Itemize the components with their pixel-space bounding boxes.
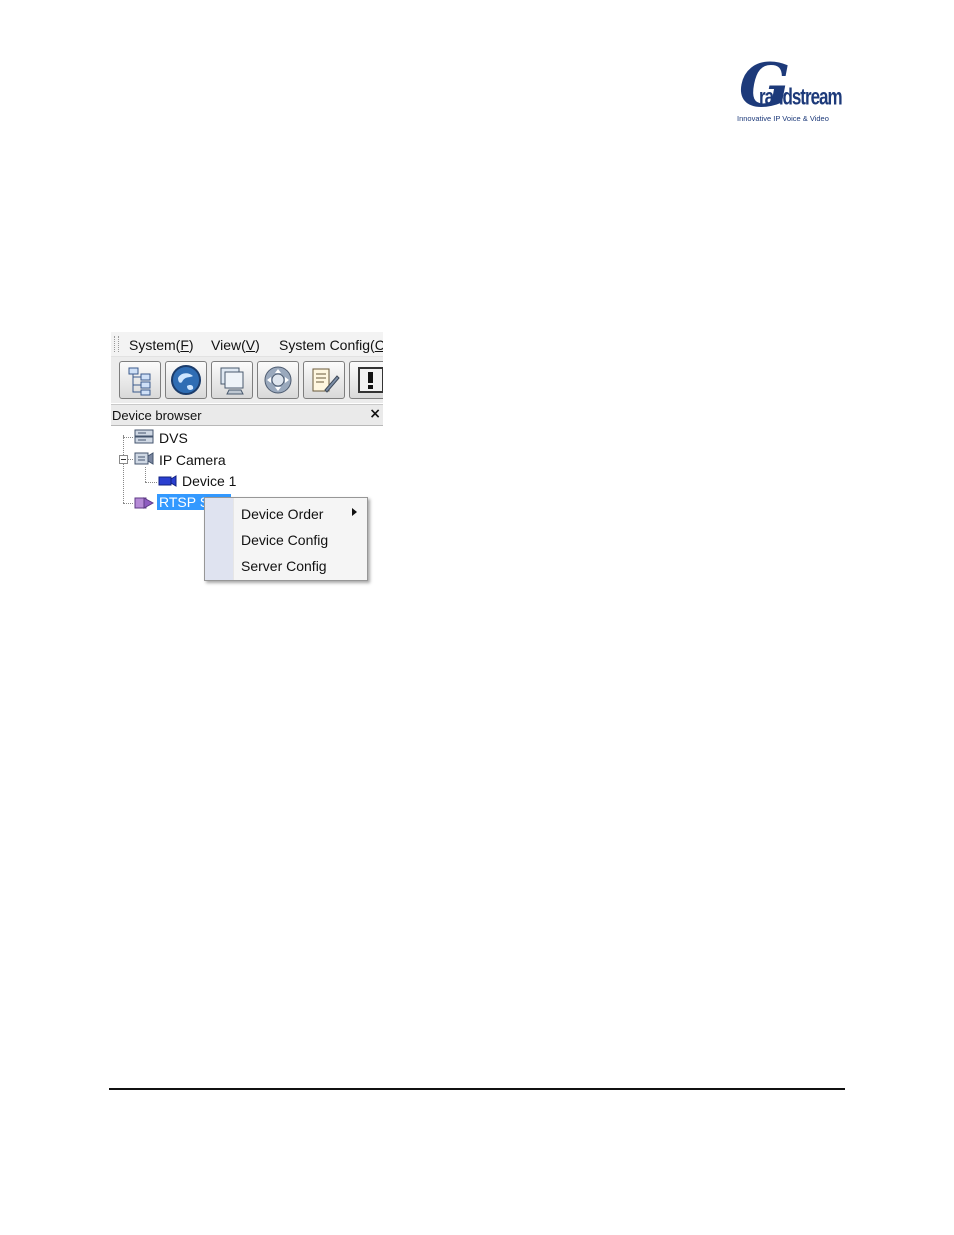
context-menu: Device Order Device Config Server Config <box>204 497 368 581</box>
dvs-icon <box>134 429 154 444</box>
tree-node-dvs[interactable]: DVS <box>159 430 188 446</box>
device-browser-header: Device browser × <box>111 404 383 426</box>
device-tree-button[interactable] <box>119 361 161 399</box>
device-browser-title: Device browser <box>112 408 202 423</box>
tree-line-device1 <box>145 482 157 483</box>
globe-button[interactable] <box>165 361 207 399</box>
collapse-toggle[interactable] <box>119 455 128 464</box>
device-tree-icon <box>128 367 151 396</box>
tree-line-root <box>123 435 124 503</box>
menu-system[interactable]: System(F) <box>129 337 194 353</box>
ip-camera-icon <box>134 452 154 465</box>
close-icon[interactable]: × <box>369 406 381 422</box>
menu-item-server-config[interactable]: Server Config <box>205 552 367 578</box>
log-button[interactable] <box>303 361 345 399</box>
menu-item-label: Device Order <box>241 506 324 522</box>
tree-line-ipcam <box>128 459 133 460</box>
menu-view[interactable]: View(V) <box>211 337 260 353</box>
alarm-button[interactable] <box>349 361 383 399</box>
monitor-button[interactable] <box>211 361 253 399</box>
camera-icon <box>158 475 177 487</box>
monitor-icon <box>220 367 244 395</box>
globe-icon <box>171 365 201 395</box>
tree-line-rtsp <box>123 503 133 504</box>
log-notepad-icon <box>312 368 340 393</box>
menu-bar: System(F) View(V) System Config(C <box>111 332 383 357</box>
menu-grip[interactable] <box>114 336 119 352</box>
logo-tagline: Innovative IP Voice & Video <box>737 114 829 123</box>
rtsp-server-icon <box>134 497 154 509</box>
tree-line-dvs <box>123 437 133 438</box>
ptz-control-icon <box>264 366 292 394</box>
tree-node-device-1[interactable]: Device 1 <box>182 473 236 489</box>
menu-item-device-order[interactable]: Device Order <box>205 500 367 526</box>
grandstream-logo: G randstream Innovative IP Voice & Video <box>735 56 843 130</box>
footer-rule <box>109 1088 845 1090</box>
alarm-icon <box>358 367 383 393</box>
menu-item-device-config[interactable]: Device Config <box>205 526 367 552</box>
toolbar <box>111 357 383 403</box>
ptz-control-button[interactable] <box>257 361 299 399</box>
logo-word: randstream <box>759 84 843 110</box>
menu-item-label: Device Config <box>241 532 329 548</box>
submenu-arrow-icon <box>352 508 357 516</box>
menu-system-config[interactable]: System Config(C <box>279 337 383 353</box>
tree-line-child <box>145 467 146 482</box>
menu-item-label: Server Config <box>241 558 327 574</box>
tree-node-ip-camera[interactable]: IP Camera <box>159 452 226 468</box>
